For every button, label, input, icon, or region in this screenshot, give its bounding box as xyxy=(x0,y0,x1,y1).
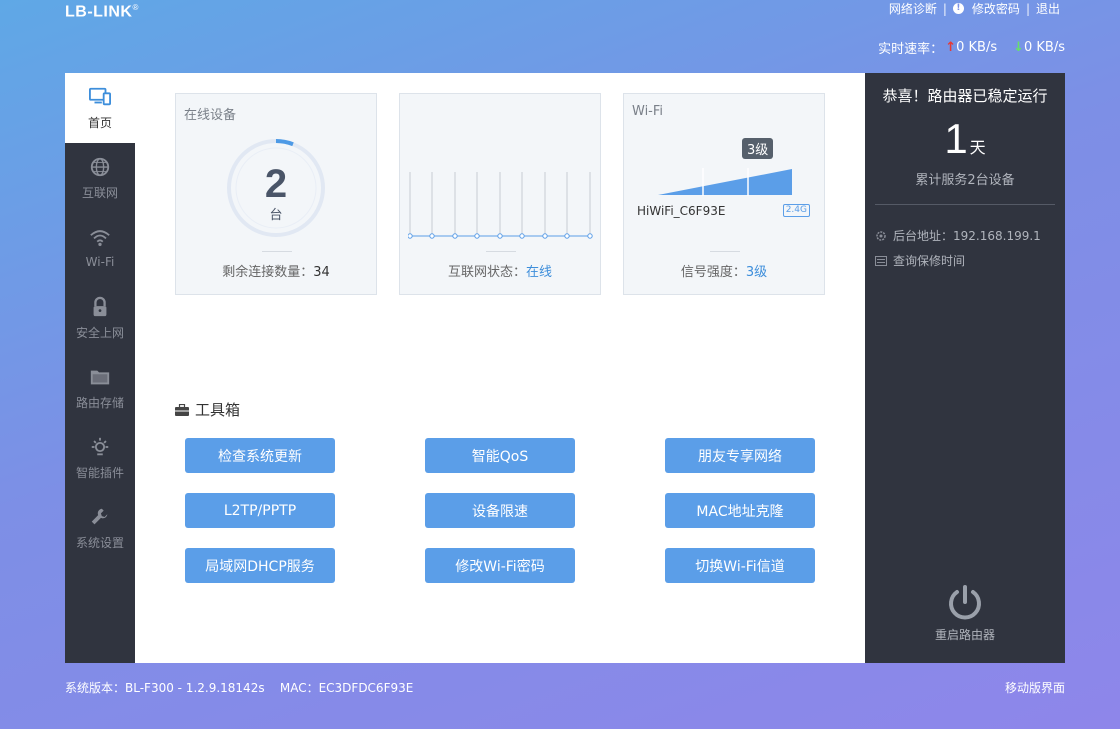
device-count: 2 xyxy=(264,162,288,206)
logout-link[interactable]: 退出 xyxy=(1036,0,1060,17)
divider xyxy=(262,251,292,252)
wrench-icon xyxy=(91,508,108,524)
download-arrow-icon: ↓ xyxy=(1013,40,1024,55)
signal-strength-icon xyxy=(658,168,792,196)
status-panel: 恭喜！路由器已稳定运行 1天 累计服务2台设备 后台地址：192.168.199… xyxy=(865,73,1065,663)
wifi-card[interactable]: Wi-Fi 3级 HiWiFi_C6F93E 2.4G 信号强度：3级 xyxy=(623,93,825,295)
wifi-level-badge: 3级 xyxy=(742,138,774,159)
reboot-button[interactable]: 重启路由器 xyxy=(865,584,1065,643)
card-title: Wi-Fi xyxy=(632,104,664,119)
sidebar-item-plugins[interactable]: 智能插件 xyxy=(65,423,135,493)
sidebar-item-label: 智能插件 xyxy=(75,465,124,480)
firmware-info: 系统版本：BL-F300 - 1.2.9.18142s MAC：EC3DFDC6… xyxy=(65,679,413,696)
logo: LB-LINK® xyxy=(65,3,139,21)
devices-served: 累计服务2台设备 xyxy=(915,173,1015,188)
divider xyxy=(710,251,740,252)
download-speed: 0 KB/s xyxy=(1024,40,1065,55)
device-speed-limit-button[interactable]: 设备限速 xyxy=(425,493,575,528)
content-area: 在线设备 2 台 剩余连接数量：34 互联网状态：在线 Wi-Fi 3级 HiW… xyxy=(135,73,865,663)
top-links: 网络诊断 | ! 修改密码 | 退出 xyxy=(888,0,1060,17)
check-update-button[interactable]: 检查系统更新 xyxy=(185,438,335,473)
network-diagnose-link[interactable]: 网络诊断 xyxy=(889,0,937,17)
sidebar-item-home[interactable]: 首页 xyxy=(65,73,135,143)
internet-status-card[interactable]: 互联网状态：在线 xyxy=(399,93,601,295)
upload-speed: 0 KB/s xyxy=(956,40,998,55)
upload-arrow-icon: ↑ xyxy=(945,40,957,55)
speed-label: 实时速率： xyxy=(878,42,944,57)
firmware-version: 系统版本：BL-F300 - 1.2.9.18142s xyxy=(65,681,265,695)
wifi-icon xyxy=(90,230,110,247)
device-unit: 台 xyxy=(269,208,283,223)
power-icon xyxy=(949,585,981,620)
signal-strength: 信号强度：3级 xyxy=(680,265,768,280)
sidebar-item-label: 系统设置 xyxy=(75,535,124,550)
sidebar-item-label: 安全上网 xyxy=(75,325,124,340)
mac-clone-button[interactable]: MAC地址克隆 xyxy=(665,493,815,528)
traffic-graph xyxy=(408,172,593,239)
warranty-link[interactable]: 查询保修时间 xyxy=(875,252,965,269)
sidebar-item-label: 互联网 xyxy=(81,185,118,200)
sidebar-item-label: 路由存储 xyxy=(75,395,124,410)
toolbox-icon xyxy=(175,403,189,416)
mobile-version-link[interactable]: 移动版界面 xyxy=(1005,679,1065,696)
calendar-icon xyxy=(875,255,887,266)
l2tp-pptp-button[interactable]: L2TP/PPTP xyxy=(185,493,335,528)
sidebar: 首页 互联网 Wi-Fi 安全上网 路由存储 智能插件 系统设置 xyxy=(65,73,135,663)
sidebar-item-security[interactable]: 安全上网 xyxy=(65,283,135,353)
main-frame: 首页 互联网 Wi-Fi 安全上网 路由存储 智能插件 系统设置 在线设备 2 … xyxy=(65,73,1065,663)
admin-address: 后台地址：192.168.199.1 xyxy=(875,227,1041,244)
lock-icon xyxy=(93,296,107,316)
remaining-connections: 剩余连接数量：34 xyxy=(222,265,330,280)
gear-icon xyxy=(876,230,886,241)
guest-network-button[interactable]: 朋友专享网络 xyxy=(665,438,815,473)
globe-icon xyxy=(90,157,110,176)
sidebar-item-storage[interactable]: 路由存储 xyxy=(65,353,135,423)
monitor-icon xyxy=(89,87,111,105)
mac-address: MAC：EC3DFDC6F93E xyxy=(279,681,414,695)
change-wifi-password-button[interactable]: 修改Wi-Fi密码 xyxy=(425,548,575,583)
uptime-days: 1天 xyxy=(944,115,986,162)
toolbox-title: 工具箱 xyxy=(175,399,240,420)
divider xyxy=(486,251,516,252)
bulb-icon xyxy=(91,437,109,455)
smart-qos-button[interactable]: 智能QoS xyxy=(425,438,575,473)
wifi-band-badge: 2.4G xyxy=(782,204,810,217)
sidebar-item-wifi[interactable]: Wi-Fi xyxy=(65,213,135,283)
info-icon: ! xyxy=(952,3,964,14)
card-title: 在线设备 xyxy=(184,108,237,123)
realtime-speed: 实时速率： ↑ 0 KB/s ↓ 0 KB/s xyxy=(878,38,1065,57)
dhcp-service-button[interactable]: 局域网DHCP服务 xyxy=(185,548,335,583)
uptime-message: 恭喜！路由器已稳定运行 xyxy=(882,87,1048,105)
change-password-link[interactable]: 修改密码 xyxy=(972,0,1020,17)
online-devices-card[interactable]: 在线设备 2 台 剩余连接数量：34 xyxy=(175,93,377,295)
internet-status: 互联网状态：在线 xyxy=(447,265,553,280)
wifi-ssid: HiWiFi_C6F93E xyxy=(637,204,726,218)
divider xyxy=(875,204,1055,205)
switch-wifi-channel-button[interactable]: 切换Wi-Fi信道 xyxy=(665,548,815,583)
folder-icon xyxy=(90,370,110,384)
sidebar-item-internet[interactable]: 互联网 xyxy=(65,143,135,213)
sidebar-item-label: 首页 xyxy=(87,115,112,130)
sidebar-item-label: Wi-Fi xyxy=(85,255,115,269)
sidebar-item-settings[interactable]: 系统设置 xyxy=(65,493,135,563)
